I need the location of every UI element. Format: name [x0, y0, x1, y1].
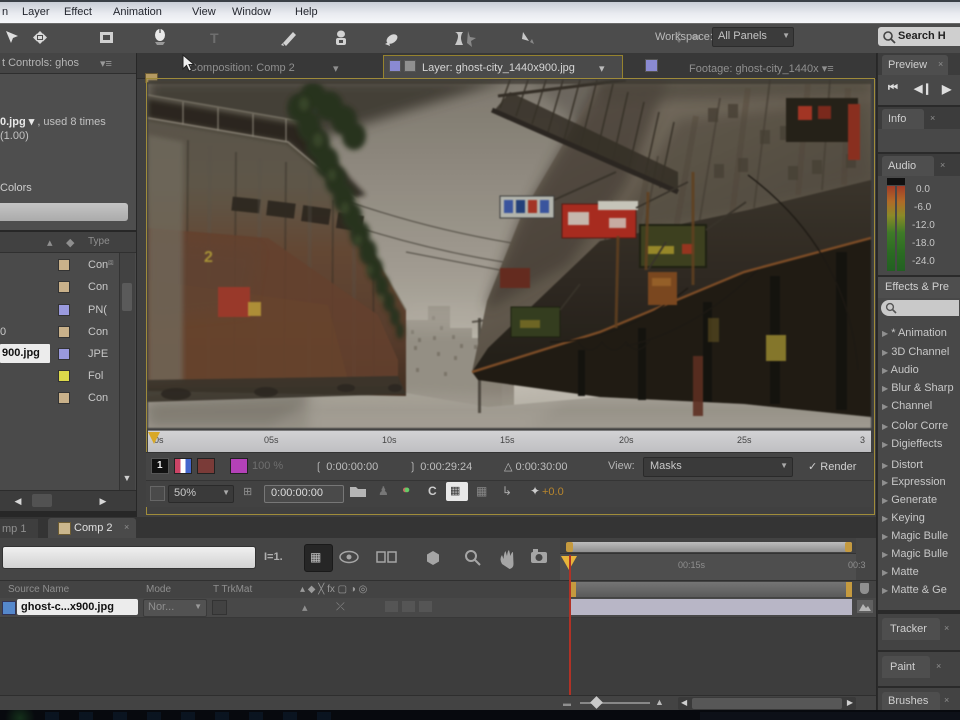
svg-text:T: T [210, 30, 219, 46]
